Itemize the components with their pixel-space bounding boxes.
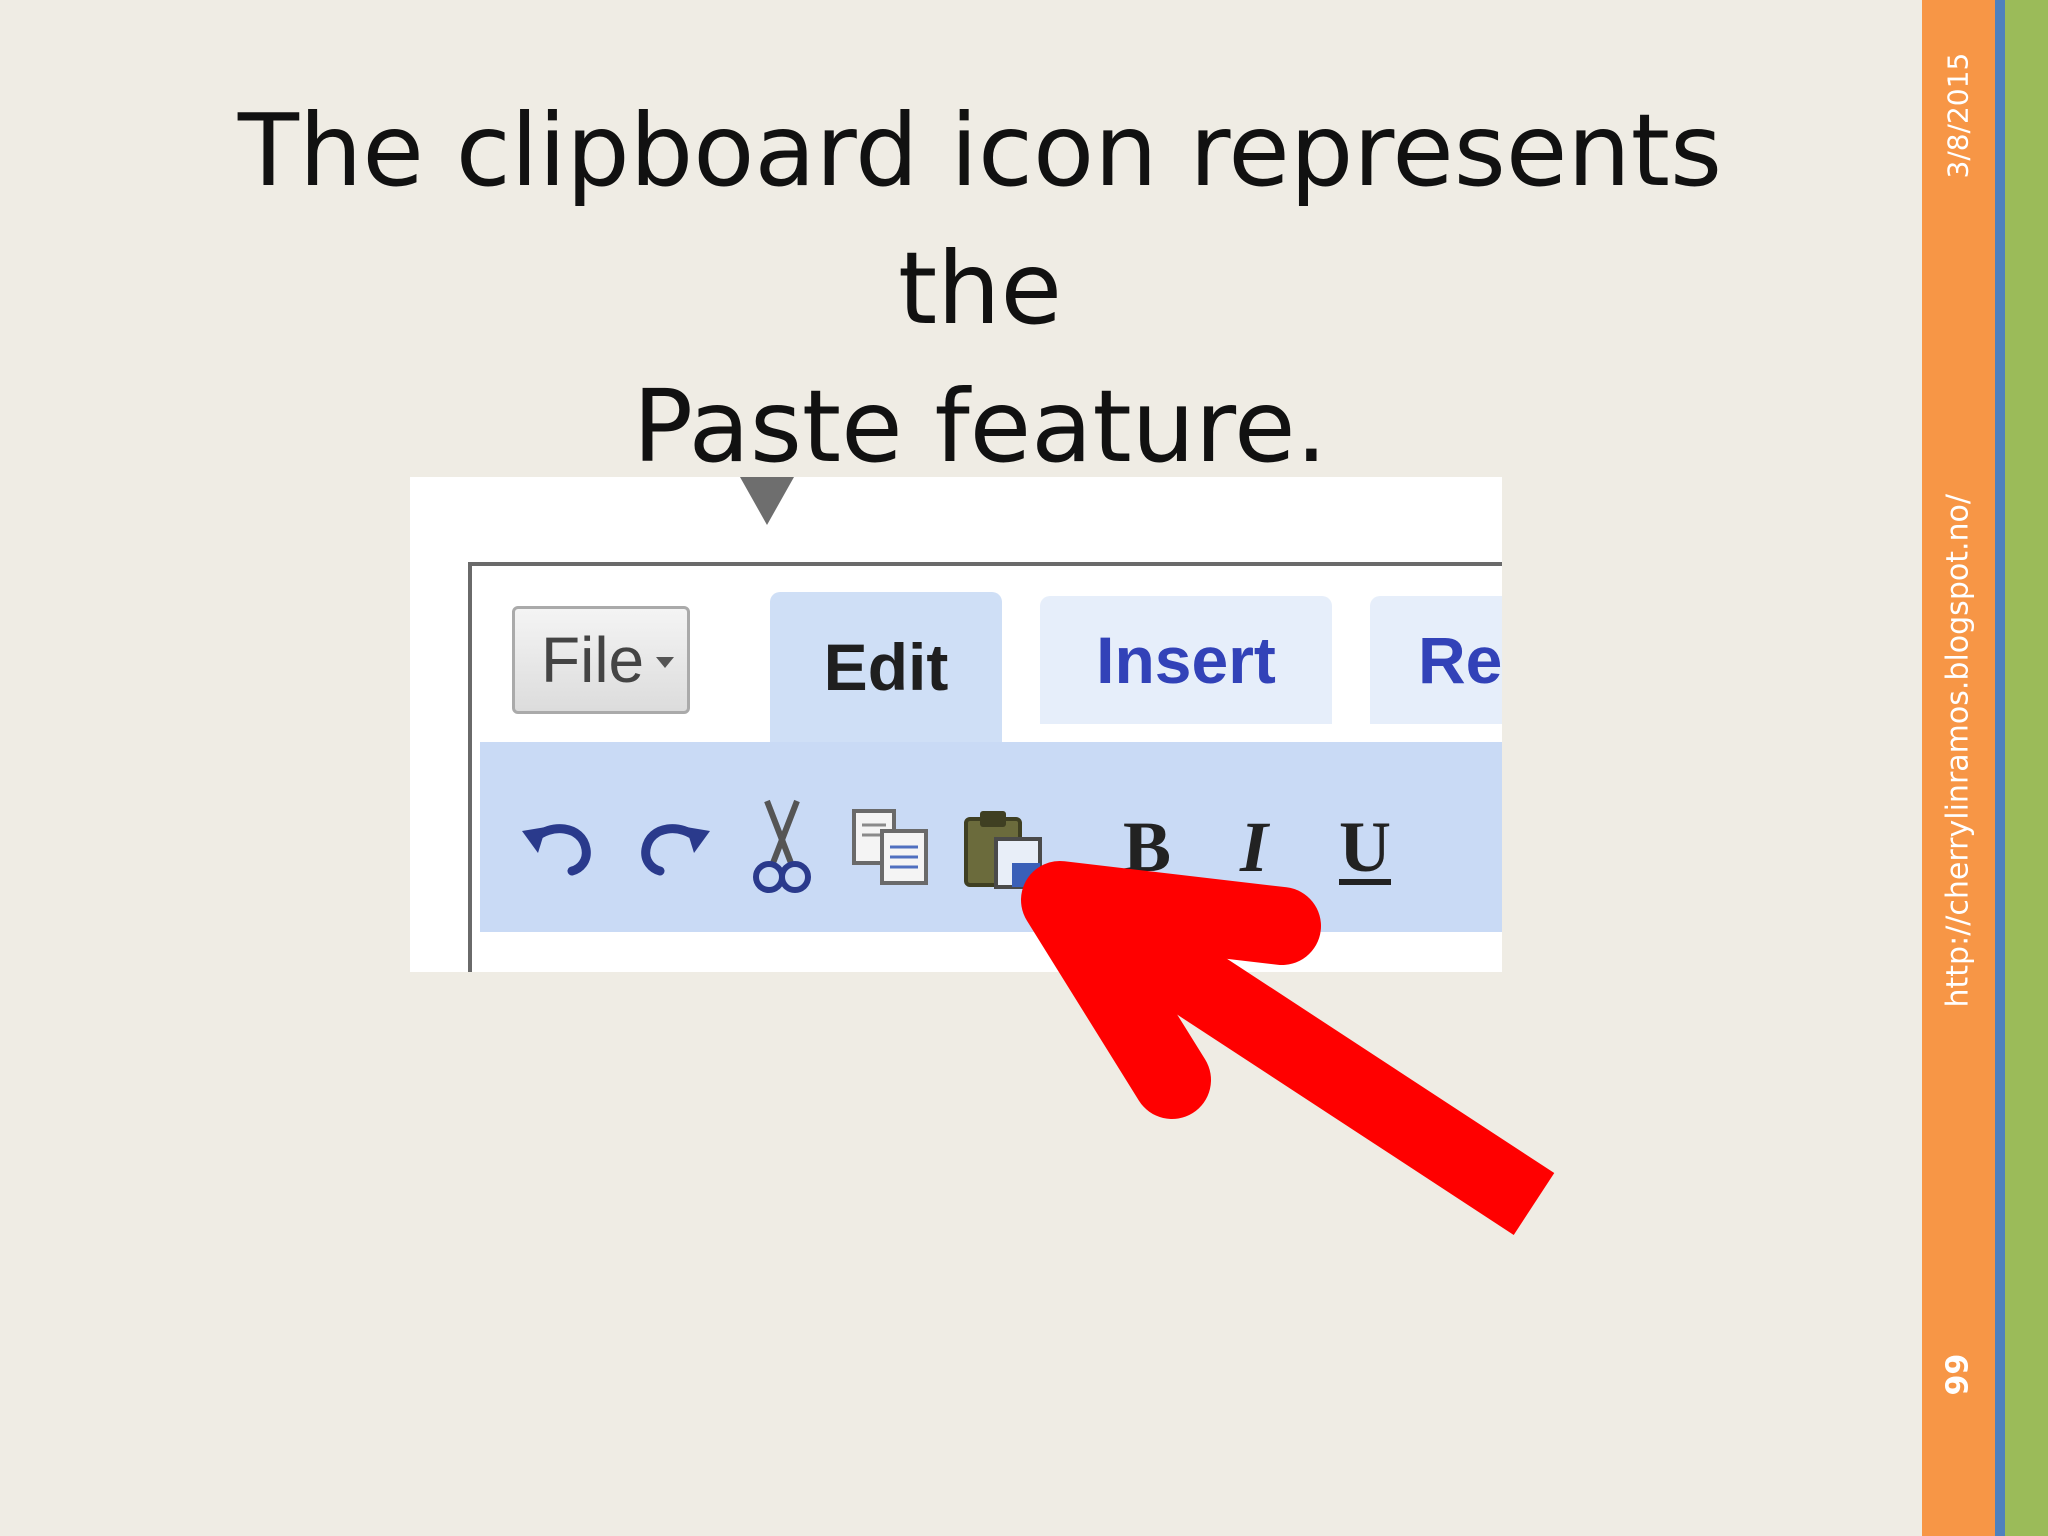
file-menu-label: File	[541, 624, 645, 696]
bold-button[interactable]: B	[1112, 792, 1182, 902]
slide-date: 3/8/2015	[1941, 52, 1975, 179]
editor-toolbar-panel: File Edit Insert Re B I U	[468, 562, 1502, 972]
bold-label: B	[1122, 806, 1172, 887]
accent-bar-green	[2005, 0, 2048, 1536]
caret-down-icon	[656, 656, 675, 668]
underline-button[interactable]: U	[1330, 792, 1400, 902]
cut-button[interactable]	[748, 792, 816, 902]
slide-title-line-1: The clipboard icon represents the	[237, 92, 1723, 347]
copy-icon	[852, 809, 928, 885]
slide-footer-url: http://cherrylinramos.blogspot.no/	[1940, 494, 1976, 1008]
paste-icon	[964, 811, 1042, 889]
tab-edit-label: Edit	[823, 630, 949, 704]
tab-edit[interactable]: Edit	[770, 592, 1002, 742]
slide-title-line-2: Paste feature.	[632, 368, 1328, 485]
tab-insert-label: Insert	[1096, 623, 1276, 697]
underline-label: U	[1339, 806, 1391, 887]
italic-button[interactable]: I	[1224, 792, 1284, 902]
edit-ribbon: B I U	[480, 742, 1502, 932]
undo-button[interactable]	[518, 792, 602, 902]
redo-button[interactable]	[630, 792, 714, 902]
file-menu-button[interactable]: File	[512, 606, 690, 714]
accent-bar-blue	[1995, 0, 2005, 1536]
slide-title: The clipboard icon represents the Paste …	[150, 82, 1810, 496]
cut-icon	[753, 799, 811, 893]
redo-icon	[641, 824, 710, 876]
paste-button[interactable]	[958, 792, 1048, 902]
tab-review[interactable]: Re	[1370, 596, 1502, 724]
undo-icon	[522, 824, 591, 876]
toolbar-screenshot: File Edit Insert Re B I U	[410, 477, 1502, 972]
slide-page-number: 99	[1940, 1353, 1976, 1396]
triangle-pointer-icon	[740, 477, 794, 525]
tab-insert[interactable]: Insert	[1040, 596, 1332, 724]
italic-label: I	[1239, 806, 1269, 887]
copy-button[interactable]	[848, 792, 936, 902]
tab-review-label: Re	[1418, 623, 1502, 697]
